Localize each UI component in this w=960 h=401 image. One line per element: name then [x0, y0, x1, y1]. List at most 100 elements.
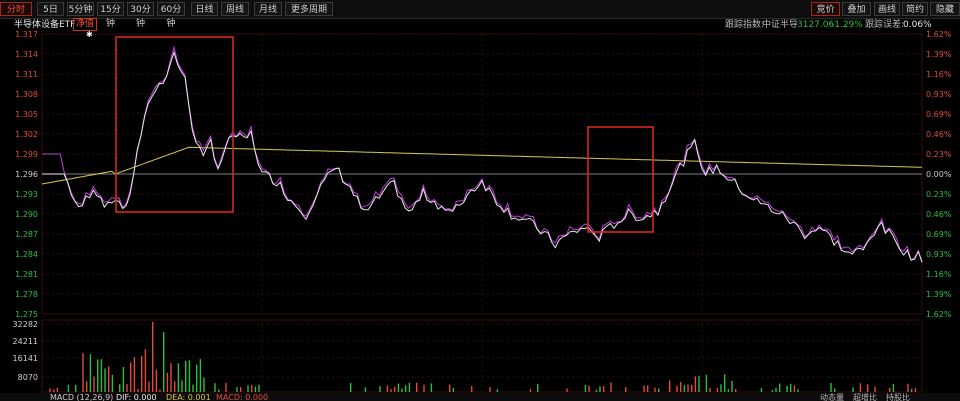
volume-bar — [496, 389, 499, 392]
volume-bar — [218, 389, 220, 392]
volume-bar — [130, 362, 132, 392]
volume-bar — [53, 389, 55, 392]
volume-bar — [727, 388, 730, 392]
volume-bar — [625, 387, 627, 392]
volume-bar — [603, 385, 605, 392]
volume-bar — [566, 388, 568, 392]
volume-bar — [658, 388, 660, 392]
volume-bar — [449, 384, 451, 392]
volume-bar — [49, 388, 51, 392]
pct-tick: 0.46% — [926, 130, 952, 139]
price-tick: 1.299 — [15, 150, 38, 159]
volume-bar — [122, 367, 125, 392]
volume-bar — [779, 383, 781, 392]
volume-bar — [907, 383, 909, 392]
volume-bar — [386, 385, 389, 392]
volume-bar — [786, 385, 788, 392]
indicator-tab-2[interactable]: 持股比 — [886, 392, 910, 401]
volume-bar — [793, 385, 796, 392]
price-tick: 1.287 — [15, 230, 38, 239]
price-tick: 1.293 — [15, 190, 38, 199]
volume-bar — [735, 389, 737, 392]
volume-bar — [119, 384, 121, 392]
volume-bar — [716, 388, 719, 392]
volume-bar — [258, 384, 260, 392]
volume-bar — [705, 374, 708, 392]
volume-bar — [830, 383, 832, 392]
volume-bar — [155, 369, 158, 392]
volume-bar — [889, 387, 891, 392]
pct-tick: 1.16% — [926, 70, 952, 79]
volume-bar — [588, 385, 590, 392]
volume-bar — [401, 388, 403, 392]
volume-bar — [691, 384, 693, 392]
volume-bar — [108, 366, 110, 392]
volume-bar — [724, 374, 726, 392]
volume-bar — [537, 383, 539, 392]
pct-tick: 1.39% — [926, 290, 952, 299]
intraday-chart[interactable]: 1.317 1.62% 1.314 1.39% 1.311 1.16% 1.308 0.93%… — [0, 0, 960, 401]
volume-bar — [196, 364, 198, 392]
price-tick: 1.296 — [15, 170, 38, 179]
price-tick: 1.317 — [15, 30, 38, 39]
volume-bar — [687, 384, 689, 392]
price-tick: 1.308 — [15, 90, 38, 99]
indicator-tab-1[interactable]: 超增比 — [853, 392, 877, 401]
pct-tick: 1.16% — [926, 270, 952, 279]
volume-bar — [423, 384, 425, 392]
volume-bar — [529, 389, 532, 392]
volume-bar — [159, 389, 161, 392]
volume-bar — [152, 322, 154, 392]
volume-bar — [771, 389, 774, 392]
pct-tick: 0.23% — [926, 150, 952, 159]
volume-bar — [247, 385, 249, 392]
volume-bar — [852, 387, 854, 392]
pct-tick: 0.46% — [926, 210, 952, 219]
volume-bar — [452, 388, 455, 392]
volume-bar — [394, 386, 396, 392]
volume-bar — [595, 389, 598, 392]
macd-title: MACD (12,26,9) — [50, 393, 113, 401]
volume-bar — [408, 382, 411, 392]
price-tick: 1.284 — [15, 250, 38, 259]
volume-bar — [214, 383, 216, 392]
volume-bar — [111, 374, 114, 392]
volume-bar — [364, 387, 367, 392]
pct-tick: 0.69% — [926, 110, 952, 119]
volume-bar — [731, 381, 733, 392]
pct-tick: 0.23% — [926, 190, 952, 199]
volume-bar — [874, 386, 876, 392]
volume-bar — [141, 355, 143, 392]
volume-tick: 24211 — [13, 337, 38, 346]
volume-bar — [56, 387, 59, 392]
price-tick: 1.314 — [15, 50, 38, 59]
volume-bar — [610, 382, 612, 392]
indicator-tab-0[interactable]: 动态量 — [820, 392, 844, 401]
volume-bar — [350, 383, 352, 392]
volume-bar — [97, 359, 99, 392]
volume-bar — [100, 359, 103, 392]
volume-bar — [86, 381, 88, 392]
volume-bar — [430, 383, 433, 392]
volume-bar — [683, 385, 686, 392]
volume-bar — [694, 376, 697, 392]
volume-bar — [720, 384, 722, 392]
volume-bar — [177, 363, 180, 392]
volume-bar — [185, 360, 187, 392]
volume-bar — [199, 359, 202, 392]
pct-tick: 0.93% — [926, 250, 952, 259]
volume-bar — [225, 382, 227, 392]
volume-tick: 8070 — [18, 373, 38, 382]
volume-bar — [416, 382, 418, 392]
pct-tick: 1.62% — [926, 310, 952, 319]
volume-bar — [144, 349, 147, 392]
volume-bar — [797, 389, 799, 392]
volume-bar — [67, 384, 70, 392]
star-icon: ✱ — [86, 30, 93, 39]
volume-bar — [170, 363, 172, 392]
volume-tick: 32282 — [13, 320, 38, 329]
volume-bar — [397, 383, 400, 392]
volume-bar — [698, 375, 700, 392]
price-tick: 1.281 — [15, 270, 38, 279]
volume-bar — [236, 387, 238, 392]
